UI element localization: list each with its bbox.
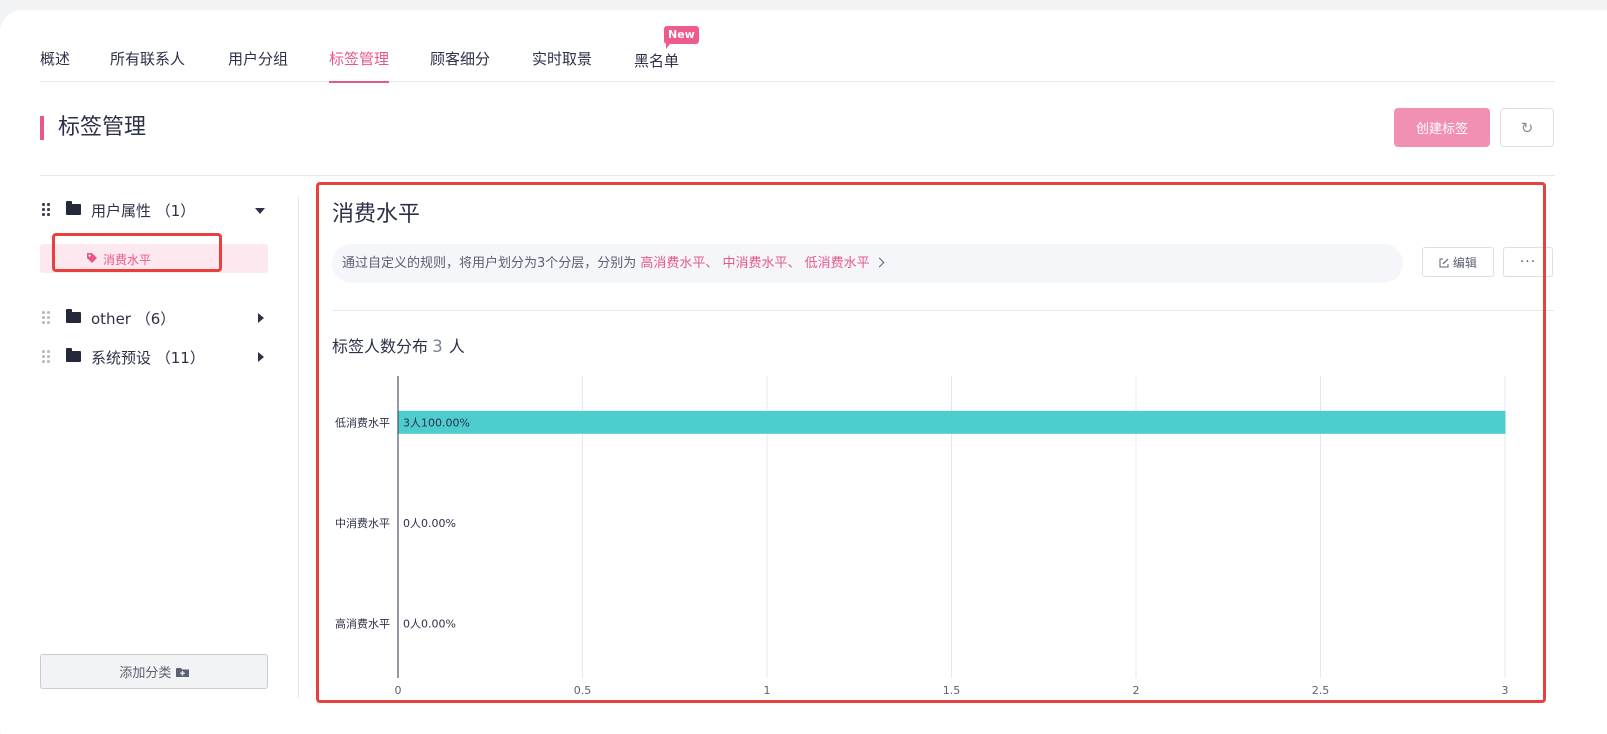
tab-customer-segments[interactable]: 顾客细分 (430, 48, 490, 69)
x-tick-label: 0.5 (574, 684, 592, 697)
drag-handle-icon[interactable] (42, 350, 52, 364)
caret-right-icon[interactable] (258, 352, 264, 362)
x-tick-label: 3 (1502, 684, 1509, 697)
chevron-right-icon (874, 257, 885, 268)
distribution-title-text: 标签人数分布 (332, 337, 429, 356)
tag-icon (87, 253, 97, 263)
bar (398, 410, 1506, 434)
refresh-icon: ↻ (1520, 118, 1534, 137)
refresh-button[interactable]: ↻ (1500, 108, 1554, 147)
tree-group-label: 系统预设 （11） (91, 349, 205, 367)
distribution-chart: 0 0.5 1 1.5 2 2.5 3 低消费水平 3人100.00% 中消费水平 0人0.00% 高… (335, 376, 1509, 697)
folder-icon (66, 309, 81, 323)
tree-group-system-presets[interactable]: 系统预设 （11） (40, 345, 270, 369)
tree-group-label: other （6） (91, 310, 176, 328)
new-badge: New (664, 26, 699, 49)
category-label: 低消费水平 (335, 415, 390, 429)
folder-open-icon (66, 201, 81, 215)
distribution-unit: 人 (448, 337, 465, 356)
x-tick-label: 0 (395, 684, 402, 697)
drag-handle-icon[interactable] (42, 203, 52, 217)
category-label: 中消费水平 (335, 516, 390, 530)
tab-user-groups[interactable]: 用户分组 (228, 48, 288, 69)
top-tabs: 概述 所有联系人 用户分组 标签管理 顾客细分 实时取景 黑名单 (40, 36, 1555, 83)
detail-title: 消费水平 (332, 202, 421, 227)
description-layers: 高消费水平、 中消费水平、 低消费水平 (640, 256, 870, 271)
caret-right-icon[interactable] (258, 313, 264, 323)
drag-handle-icon[interactable] (42, 311, 52, 325)
tab-realtime-view[interactable]: 实时取景 (532, 48, 592, 69)
distribution-title: 标签人数分布 3 人 (332, 333, 465, 357)
detail-divider (332, 310, 1554, 311)
caret-down-icon[interactable] (255, 208, 265, 214)
tab-overview[interactable]: 概述 (40, 48, 70, 69)
add-category-label: 添加分类 (119, 666, 172, 681)
data-label: 3人100.00% (403, 416, 470, 429)
description-bar[interactable]: 通过自定义的规则，将用户划分为3个分层，分别为 高消费水平、 中消费水平、 低消… (332, 244, 1403, 283)
folder-icon (66, 348, 81, 362)
data-label: 0人0.00% (403, 618, 456, 631)
tab-blacklist[interactable]: 黑名单 (634, 50, 679, 71)
tag-item-label: 消费水平 (103, 253, 152, 267)
distribution-count: 3 (432, 337, 443, 357)
tag-item-consumption-level[interactable]: 消费水平 (40, 244, 268, 273)
add-category-button[interactable]: 添加分类 (40, 654, 268, 689)
x-tick-label: 1 (764, 684, 771, 697)
tree-group-label: 用户属性 （1） (91, 202, 196, 220)
sidebar-divider (298, 196, 299, 698)
folder-add-icon (175, 668, 189, 677)
tab-all-contacts[interactable]: 所有联系人 (110, 48, 185, 69)
edit-button[interactable]: 编辑 (1422, 247, 1494, 277)
tree-group-other[interactable]: other （6） (40, 306, 270, 330)
create-label-button[interactable]: 创建标签 (1394, 108, 1490, 147)
page-title: 标签管理 (40, 116, 146, 140)
data-label: 0人0.00% (403, 517, 456, 530)
tab-label-management[interactable]: 标签管理 (329, 48, 390, 83)
more-button[interactable]: ··· (1503, 247, 1553, 277)
category-label: 高消费水平 (335, 617, 390, 631)
edit-label: 编辑 (1452, 255, 1477, 270)
x-tick-label: 2.5 (1312, 684, 1330, 697)
x-tick-label: 1.5 (943, 684, 961, 697)
description-text: 通过自定义的规则，将用户划分为3个分层，分别为 (342, 256, 641, 271)
edit-icon (1439, 258, 1449, 267)
tree-group-user-attributes[interactable]: 用户属性 （1） (40, 198, 270, 222)
x-tick-label: 2 (1133, 684, 1140, 697)
header-divider (40, 175, 1555, 176)
